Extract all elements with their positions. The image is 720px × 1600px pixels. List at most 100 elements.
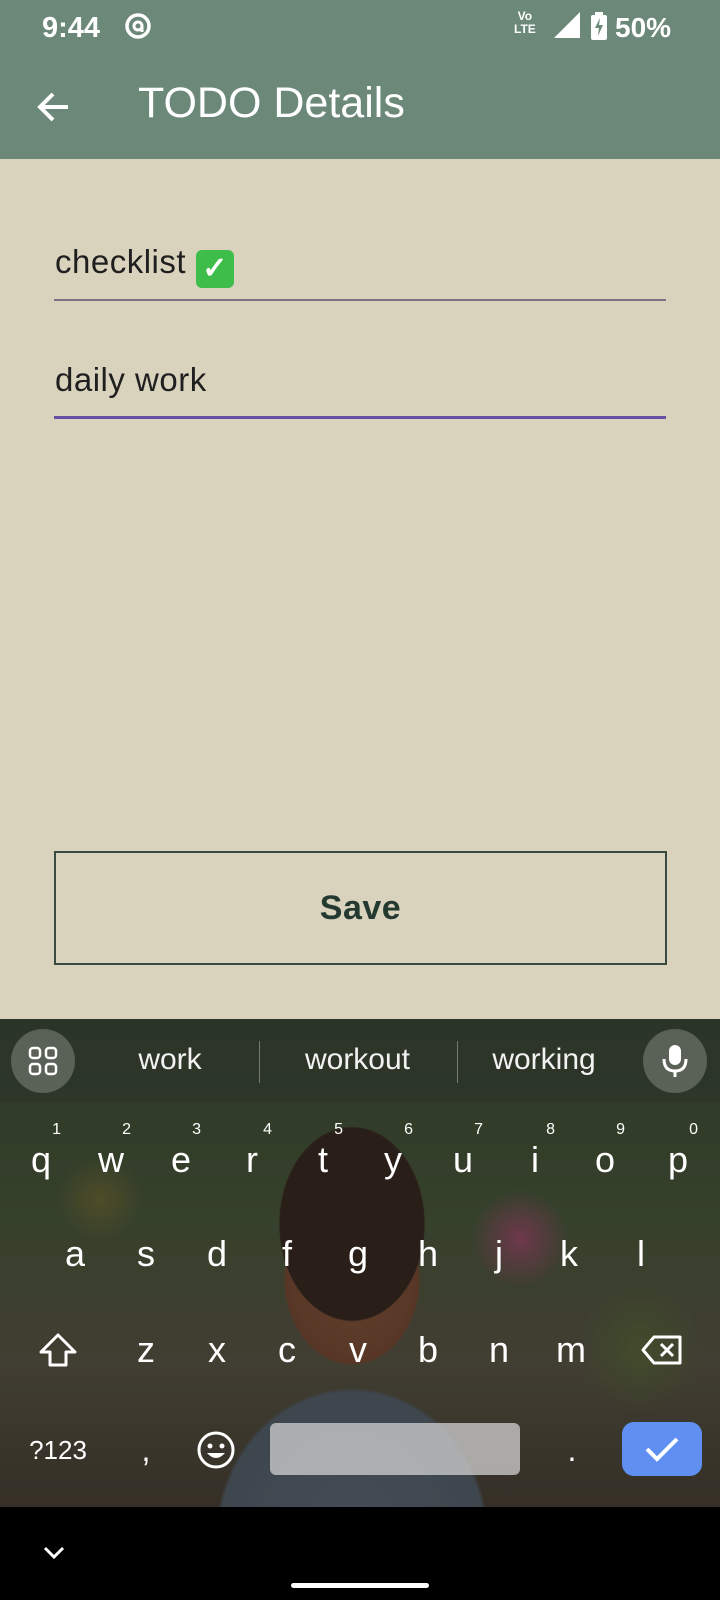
key-r[interactable]: r4 — [222, 1117, 282, 1203]
key-label: w — [98, 1139, 124, 1180]
home-gesture-handle[interactable] — [291, 1583, 429, 1588]
key-label: b — [417, 1329, 439, 1370]
backspace-icon — [641, 1335, 682, 1365]
key-z[interactable]: z — [116, 1307, 176, 1393]
key-q[interactable]: q1 — [11, 1117, 71, 1203]
emoji-key[interactable] — [186, 1407, 246, 1493]
key-c[interactable]: c — [257, 1307, 317, 1393]
on-screen-keyboard: work workout working q1w2e3r4t5y6u7i8o9p… — [0, 1019, 720, 1507]
checkmark-icon — [645, 1437, 679, 1462]
key-m[interactable]: m — [541, 1307, 601, 1393]
key-label: p — [667, 1139, 689, 1180]
key-b[interactable]: b — [398, 1307, 458, 1393]
key-p[interactable]: p0 — [648, 1117, 708, 1203]
key-label: z — [137, 1329, 155, 1370]
key-label: k — [560, 1233, 578, 1274]
key-label: e — [170, 1139, 192, 1180]
title-field[interactable]: checklist ✓ — [54, 221, 666, 301]
save-button[interactable]: Save — [54, 851, 667, 965]
key-number-hint: 9 — [616, 1121, 625, 1138]
key-i[interactable]: i8 — [505, 1117, 565, 1203]
key-w[interactable]: w2 — [81, 1117, 141, 1203]
keyboard-apps-button[interactable] — [11, 1029, 75, 1093]
key-label: s — [137, 1233, 155, 1274]
chevron-down-icon[interactable] — [40, 1539, 68, 1567]
key-label: a — [64, 1233, 86, 1274]
description-underline — [54, 416, 666, 419]
key-o[interactable]: o9 — [575, 1117, 635, 1203]
shift-icon — [39, 1333, 77, 1367]
comma-key[interactable]: , — [118, 1407, 174, 1493]
key-a[interactable]: a — [45, 1211, 105, 1297]
description-field-value: daily work — [55, 361, 207, 398]
battery-charging-icon — [591, 12, 607, 40]
key-number-hint: 2 — [122, 1121, 131, 1138]
suggestion-2[interactable]: workout — [280, 1043, 435, 1077]
key-number-hint: 0 — [689, 1121, 698, 1138]
suggestion-1[interactable]: work — [120, 1043, 220, 1077]
navigation-bar — [0, 1507, 720, 1600]
key-label: f — [281, 1233, 292, 1274]
symbols-key[interactable]: ?123 — [20, 1407, 96, 1493]
key-label: r — [246, 1139, 258, 1180]
key-label: i — [531, 1139, 539, 1180]
key-label: m — [556, 1329, 586, 1370]
key-e[interactable]: e3 — [151, 1117, 211, 1203]
arrow-left-icon[interactable] — [30, 83, 78, 131]
space-key[interactable] — [270, 1423, 520, 1475]
key-number-hint: 4 — [263, 1121, 272, 1138]
key-label: l — [637, 1233, 645, 1274]
backspace-key[interactable] — [632, 1307, 692, 1393]
page-title: TODO Details — [138, 79, 405, 127]
done-key[interactable] — [622, 1422, 702, 1476]
key-y[interactable]: y6 — [363, 1117, 423, 1203]
key-number-hint: 5 — [334, 1121, 343, 1138]
check-mark-icon: ✓ — [196, 250, 235, 288]
key-j[interactable]: j — [469, 1211, 529, 1297]
shift-key[interactable] — [28, 1307, 88, 1393]
key-number-hint: 8 — [546, 1121, 555, 1138]
suggestion-divider — [457, 1041, 458, 1083]
key-n[interactable]: n — [469, 1307, 529, 1393]
description-field[interactable]: daily work — [54, 339, 666, 419]
suggestion-3[interactable]: working — [470, 1043, 618, 1077]
period-key[interactable]: . — [544, 1407, 600, 1493]
key-x[interactable]: x — [187, 1307, 247, 1393]
key-l[interactable]: l — [611, 1211, 671, 1297]
key-t[interactable]: t5 — [293, 1117, 353, 1203]
key-label: u — [452, 1139, 474, 1180]
todo-form: checklist ✓ daily work Save — [0, 159, 720, 1019]
status-time: 9:44 — [42, 12, 101, 44]
key-g[interactable]: g — [328, 1211, 388, 1297]
key-k[interactable]: k — [539, 1211, 599, 1297]
title-field-value: checklist ✓ — [55, 243, 235, 288]
volte-bottom-label: LTE — [514, 22, 536, 36]
voice-input-button[interactable] — [643, 1029, 707, 1093]
title-text: checklist — [55, 243, 187, 280]
microphone-icon — [662, 1045, 688, 1077]
at-sign-icon — [125, 13, 151, 39]
key-u[interactable]: u7 — [433, 1117, 493, 1203]
suggestion-divider — [259, 1041, 260, 1083]
key-s[interactable]: s — [116, 1211, 176, 1297]
key-label: g — [347, 1233, 369, 1274]
key-number-hint: 3 — [192, 1121, 201, 1138]
key-h[interactable]: h — [398, 1211, 458, 1297]
key-v[interactable]: v — [328, 1307, 388, 1393]
key-label: o — [594, 1139, 616, 1180]
app-bar: TODO Details — [0, 55, 720, 159]
key-number-hint: 1 — [52, 1121, 61, 1138]
key-label: j — [495, 1233, 503, 1274]
title-underline — [54, 299, 666, 301]
key-label: t — [317, 1139, 328, 1180]
signal-icon — [554, 12, 580, 38]
key-number-hint: 6 — [404, 1121, 413, 1138]
grid-icon — [28, 1046, 58, 1076]
key-label: y — [384, 1139, 402, 1180]
volte-indicator: Vo LTE — [514, 10, 536, 36]
save-button-label: Save — [319, 888, 402, 927]
key-f[interactable]: f — [257, 1211, 317, 1297]
key-number-hint: 7 — [474, 1121, 483, 1138]
key-d[interactable]: d — [187, 1211, 247, 1297]
emoji-icon — [197, 1431, 235, 1469]
